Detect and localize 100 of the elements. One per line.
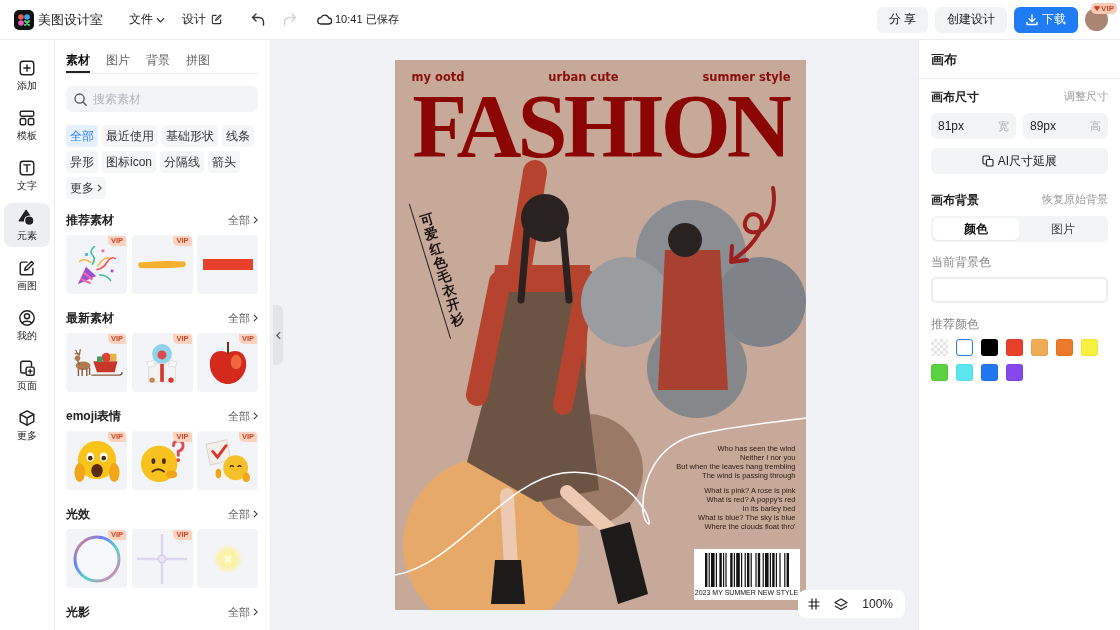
mine-icon: [18, 308, 36, 327]
search-icon: [74, 92, 87, 106]
filter-chip[interactable]: 图标icon: [102, 151, 156, 173]
field-label: 推荐颜色: [931, 317, 980, 332]
chevron-icon: [253, 216, 258, 224]
brush-stroke-drawing: [137, 260, 187, 269]
resize-icon: [981, 155, 994, 167]
filter-chip[interactable]: 异形: [66, 151, 98, 173]
sparkle-drawing: [137, 533, 187, 584]
menu-item[interactable]: 文件: [129, 8, 165, 31]
nav-item[interactable]: 我的: [4, 303, 50, 347]
section-title: 最新素材: [66, 309, 114, 327]
save-status: 10:41 已保存: [335, 12, 399, 27]
nav-item[interactable]: 页面: [4, 353, 50, 397]
poster-artboard[interactable]: [394, 60, 806, 610]
filter-chip[interactable]: 基础形状: [162, 125, 218, 147]
panel-tab[interactable]: 拼图: [186, 51, 210, 73]
section-title: 光影: [66, 603, 90, 621]
party-popper-drawing: [75, 243, 118, 286]
template-icon: [18, 108, 36, 127]
download-icon: [1026, 13, 1038, 26]
filter-chip[interactable]: 线条: [222, 125, 254, 147]
section-title: 推荐素材: [66, 211, 114, 229]
add-icon: [18, 58, 36, 77]
app-logo-icon: [14, 9, 34, 30]
view-all-link[interactable]: 全部: [228, 408, 258, 424]
page-icon: [18, 358, 36, 377]
nav-item[interactable]: 文字: [4, 153, 50, 197]
grid-icon[interactable]: [808, 598, 821, 610]
transparent-swatch[interactable]: [931, 339, 948, 356]
bar-drawing: [202, 259, 253, 270]
sticker-tile[interactable]: [197, 235, 258, 294]
color-swatch[interactable]: [1056, 339, 1073, 356]
collapse-handle[interactable]: [273, 305, 283, 365]
caret-icon: [156, 16, 165, 23]
share-button[interactable]: 分 享: [876, 6, 928, 33]
section-title: 光效: [66, 505, 90, 523]
gift-drawing: [144, 341, 180, 384]
panel-tab[interactable]: 素材: [66, 51, 90, 73]
draw-icon: [18, 258, 36, 277]
section-title: 画布尺寸: [931, 88, 979, 106]
panel-tab[interactable]: 图片: [106, 51, 130, 73]
nav-item[interactable]: 添加: [4, 53, 50, 97]
nav-item[interactable]: 模板: [4, 103, 50, 147]
glow-drawing: [213, 544, 242, 573]
segment-tab[interactable]: 颜色: [933, 218, 1019, 240]
color-swatch[interactable]: [931, 364, 948, 381]
view-all-link[interactable]: 全部: [228, 212, 258, 228]
ai-resize-button[interactable]: AI尺寸延展: [931, 148, 1108, 174]
element-icon: [18, 208, 36, 227]
chevron-icon: [97, 184, 102, 192]
zoom-level[interactable]: 100%: [862, 597, 893, 611]
nav-item[interactable]: 元素: [4, 203, 50, 247]
download-button[interactable]: 下载: [1014, 6, 1078, 33]
color-swatch[interactable]: [956, 339, 973, 356]
gem-icon: [1094, 6, 1101, 11]
nav-item[interactable]: 更多: [4, 403, 50, 447]
filter-chip[interactable]: 最近使用: [102, 125, 158, 147]
field-suffix: 宽: [998, 119, 1009, 133]
layers-icon[interactable]: [834, 597, 849, 611]
panel-title: 画布: [931, 51, 957, 69]
field-label: 当前背景色: [931, 255, 992, 270]
view-all-link[interactable]: 全部: [228, 310, 258, 326]
color-swatch[interactable]: [1081, 339, 1098, 356]
panel-tab[interactable]: 背景: [146, 51, 170, 73]
chevron-icon: [253, 510, 258, 518]
filter-chip[interactable]: 箭头: [208, 151, 240, 173]
color-swatch[interactable]: [1006, 339, 1023, 356]
poster-tag: my ootd: [411, 70, 465, 84]
color-swatch[interactable]: [956, 364, 973, 381]
menu-item[interactable]: 设计: [182, 8, 222, 31]
filter-chip[interactable]: 全部: [66, 125, 98, 147]
bubble-drawing: [72, 534, 121, 583]
section-title: emoji表情: [66, 407, 122, 425]
checklist-face-drawing: [204, 438, 251, 483]
poster-tag: summer style: [702, 70, 791, 84]
filter-chip[interactable]: 更多: [66, 177, 106, 199]
chevron-icon: [253, 314, 258, 322]
chevron-icon: [253, 608, 258, 616]
sticker-tile[interactable]: [197, 529, 258, 588]
view-all-link[interactable]: 全部: [228, 506, 258, 522]
poster-tag: urban cute: [548, 70, 619, 84]
cloud-icon: [317, 14, 332, 25]
search-field[interactable]: 搜索素材: [66, 86, 258, 112]
barcode-icon: [704, 552, 789, 587]
color-swatch[interactable]: [1031, 339, 1048, 356]
color-swatch[interactable]: [1006, 364, 1023, 381]
undo-icon[interactable]: [251, 13, 265, 26]
chevron-icon: [275, 330, 281, 340]
color-swatch[interactable]: [981, 339, 998, 356]
nav-item[interactable]: 画图: [4, 253, 50, 297]
color-swatch[interactable]: [981, 364, 998, 381]
badge-label: VIP: [1101, 3, 1114, 14]
segment-tab[interactable]: 图片: [1020, 218, 1106, 240]
edit-icon: [211, 14, 222, 25]
create-button[interactable]: 创建设计: [935, 6, 1007, 33]
view-all-link[interactable]: 全部: [228, 604, 258, 620]
section-title: 画布背景: [931, 191, 979, 209]
more-icon: [18, 408, 36, 427]
filter-chip[interactable]: 分隔线: [160, 151, 204, 173]
